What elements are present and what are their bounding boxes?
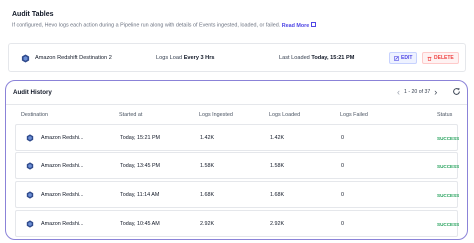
read-more-label[interactable]: Read More [282, 23, 310, 29]
amazon-redshift-icon [21, 54, 30, 63]
column-header-status: Status [437, 112, 453, 118]
row-logs-loaded: 1.68K [270, 192, 285, 198]
delete-button[interactable]: DELETE [422, 52, 459, 64]
table-row[interactable]: Amazon Redshi... Today, 10:45 AM 2.92K 2… [15, 210, 460, 237]
last-loaded-label: Last Loaded [279, 55, 310, 61]
row-logs-ingested: 1.58K [200, 163, 215, 169]
pencil-icon [394, 55, 399, 61]
status-badge: SUCCESS [437, 136, 460, 141]
refresh-icon[interactable] [452, 87, 461, 96]
column-header-started-at: Started at [119, 112, 143, 118]
chevron-left-icon[interactable]: ‹ [397, 88, 400, 97]
row-destination: Amazon Redshi... [41, 135, 84, 141]
external-link-icon [311, 22, 317, 27]
row-started-at: Today, 15:21 PM [120, 135, 161, 141]
table-row[interactable]: Amazon Redshi... Today, 13:45 PM 1.58K 1… [15, 152, 460, 179]
delete-label[interactable]: DELETE [434, 55, 454, 61]
row-destination: Amazon Redshi... [41, 192, 84, 198]
row-logs-loaded: 1.42K [270, 135, 285, 141]
row-logs-ingested: 1.42K [200, 135, 215, 141]
status-badge: SUCCESS [437, 193, 460, 198]
status-badge: SUCCESS [437, 164, 460, 169]
chevron-right-icon[interactable]: › [434, 88, 437, 97]
table-row[interactable]: Amazon Redshi... Today, 11:14 AM 1.68K 1… [15, 181, 460, 208]
last-loaded-info: Last Loaded Today, 15:21 PM [279, 55, 354, 61]
column-header-logs-ingested: Logs Ingested [199, 112, 233, 118]
logs-load-value: Every 3 Hrs [183, 55, 215, 61]
logs-load-label: Logs Load [156, 55, 183, 61]
audit-history-title: Audit History [13, 89, 52, 96]
edit-label[interactable]: EDIT [401, 55, 412, 61]
row-logs-loaded: 1.58K [270, 163, 285, 169]
last-loaded-value: Today, 15:21 PM [311, 55, 355, 61]
row-started-at: Today, 11:14 AM [120, 192, 160, 198]
row-started-at: Today, 13:45 PM [120, 163, 161, 169]
row-logs-failed: 0 [341, 192, 344, 198]
audit-tables-description: If configured, Hevo logs each action dur… [12, 22, 317, 29]
amazon-redshift-icon [26, 162, 34, 170]
description-text: If configured, Hevo logs each action dur… [12, 22, 281, 29]
amazon-redshift-icon [26, 191, 34, 199]
amazon-redshift-icon [26, 220, 34, 228]
audit-history-panel: Audit History ‹ 1 - 20 of 37 › Destinati… [5, 80, 468, 240]
read-more-link[interactable]: Read More [282, 22, 317, 29]
column-header-logs-failed: Logs Failed [340, 112, 368, 118]
column-header-destination: Destination [21, 112, 48, 118]
row-logs-ingested: 2.92K [200, 221, 215, 227]
status-badge: SUCCESS [437, 222, 460, 227]
row-logs-failed: 0 [341, 163, 344, 169]
row-logs-ingested: 1.68K [200, 192, 215, 198]
pagination: ‹ 1 - 20 of 37 › [397, 88, 437, 97]
history-divider [6, 104, 467, 105]
trash-icon [427, 56, 432, 61]
column-header-logs-loaded: Logs Loaded [269, 112, 301, 118]
edit-button[interactable]: EDIT [389, 52, 418, 64]
pagination-text: 1 - 20 of 37 [404, 89, 431, 95]
row-logs-failed: 0 [341, 135, 344, 141]
row-started-at: Today, 10:45 AM [120, 221, 160, 227]
row-destination: Amazon Redshi... [41, 163, 84, 169]
audit-tables-title: Audit Tables [12, 11, 54, 18]
logs-load-info: Logs Load Every 3 Hrs [156, 55, 215, 61]
destination-name: Amazon Redshift Destination 2 [35, 55, 112, 61]
row-destination: Amazon Redshi... [41, 221, 84, 227]
row-logs-loaded: 2.92K [270, 221, 285, 227]
amazon-redshift-icon [26, 134, 34, 142]
destination-card: Amazon Redshift Destination 2 Logs Load … [8, 43, 466, 72]
row-logs-failed: 0 [341, 221, 344, 227]
table-row[interactable]: Amazon Redshi... Today, 15:21 PM 1.42K 1… [15, 124, 460, 151]
